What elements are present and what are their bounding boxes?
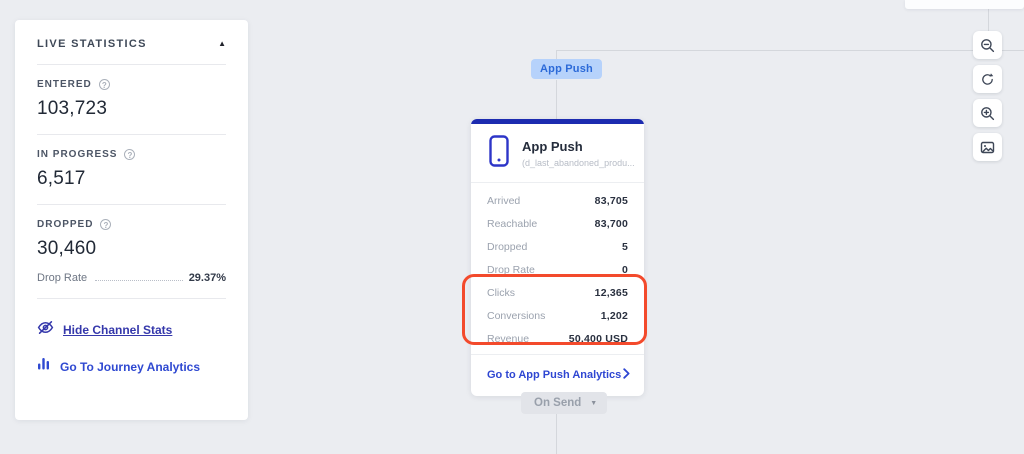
dotted-leader — [95, 280, 183, 281]
node-header: App Push (d_last_abandoned_produ... — [471, 124, 644, 183]
node-subtitle: (d_last_abandoned_produ... — [522, 158, 635, 168]
caret-down-icon: ▼ — [590, 400, 597, 407]
node-title: App Push — [522, 139, 635, 154]
canvas-toolbar — [973, 31, 1002, 161]
zoom-out-button[interactable] — [973, 31, 1002, 59]
chevron-right-icon — [623, 366, 630, 384]
stat-label: Arrived — [487, 195, 520, 207]
panel-links: Hide Channel Stats Go To Journey Analyti… — [37, 299, 226, 376]
entered-value: 103,723 — [37, 98, 226, 120]
channel-badge-app-push: App Push — [531, 59, 602, 79]
zoom-in-icon — [980, 106, 995, 121]
fit-to-screen-button[interactable] — [973, 133, 1002, 161]
app-push-node-card[interactable]: App Push (d_last_abandoned_produ... Arri… — [471, 119, 644, 396]
stat-row-clicks: Clicks 12,365 — [471, 281, 644, 304]
metric-entered: ENTERED ? 103,723 — [37, 65, 226, 120]
mobile-phone-icon — [489, 135, 509, 172]
in-progress-value: 6,517 — [37, 168, 226, 190]
live-statistics-title: LIVE STATISTICS — [37, 38, 147, 50]
node-title-block: App Push (d_last_abandoned_produ... — [522, 139, 635, 168]
stat-label: Drop Rate — [487, 264, 535, 276]
bar-chart-icon — [37, 357, 51, 376]
live-statistics-panel: LIVE STATISTICS ▲ ENTERED ? 103,723 IN P… — [15, 20, 248, 420]
stat-row-arrived: Arrived 83,705 — [471, 189, 644, 212]
metric-dropped: DROPPED ? 30,460 Drop Rate 29.37% — [37, 205, 226, 284]
connector-rail-horizontal — [557, 50, 1024, 51]
stat-value: 0 — [622, 264, 628, 276]
help-icon[interactable]: ? — [100, 219, 111, 230]
drop-rate-value: 29.37% — [189, 272, 226, 284]
stat-label: Revenue — [487, 333, 529, 345]
stat-value: 83,700 — [595, 218, 628, 230]
metric-in-progress: IN PROGRESS ? 6,517 — [37, 135, 226, 190]
app-push-analytics-link[interactable]: Go to App Push Analytics — [471, 354, 644, 396]
stat-value: 5 — [622, 241, 628, 253]
node-stats: Arrived 83,705 Reachable 83,700 Dropped … — [471, 183, 644, 354]
refresh-icon — [980, 72, 995, 87]
entered-label: ENTERED — [37, 79, 92, 90]
journey-analytics-label: Go To Journey Analytics — [60, 360, 200, 374]
stat-label: Clicks — [487, 287, 515, 299]
stat-label: Dropped — [487, 241, 527, 253]
stat-row-conversions: Conversions 1,202 — [471, 304, 644, 327]
stat-value: 1,202 — [601, 310, 628, 322]
drop-rate-label: Drop Rate — [37, 272, 87, 284]
stat-label: Conversions — [487, 310, 545, 322]
hide-channel-stats-label: Hide Channel Stats — [63, 323, 172, 337]
dropped-label: DROPPED — [37, 219, 93, 230]
zoom-in-button[interactable] — [973, 99, 1002, 127]
collapse-caret-up-icon[interactable]: ▲ — [218, 40, 226, 48]
stat-row-drop-rate: Drop Rate 0 — [471, 258, 644, 281]
help-icon[interactable]: ? — [99, 79, 110, 90]
connector-badge-to-card — [556, 80, 557, 120]
stat-row-reachable: Reachable 83,700 — [471, 212, 644, 235]
eye-off-icon — [37, 320, 54, 340]
offscreen-node-edge — [905, 0, 1024, 9]
refresh-button[interactable] — [973, 65, 1002, 93]
live-statistics-header: LIVE STATISTICS ▲ — [37, 38, 226, 50]
stat-value: 83,705 — [595, 195, 628, 207]
app-push-analytics-label: Go to App Push Analytics — [487, 369, 621, 381]
drop-rate-row: Drop Rate 29.37% — [37, 272, 226, 284]
stat-row-dropped: Dropped 5 — [471, 235, 644, 258]
stat-row-revenue: Revenue 50,400 USD — [471, 327, 644, 350]
hide-channel-stats-link[interactable]: Hide Channel Stats — [37, 320, 226, 340]
stat-value: 12,365 — [595, 287, 628, 299]
journey-analytics-link[interactable]: Go To Journey Analytics — [37, 357, 226, 376]
dropped-value: 30,460 — [37, 238, 226, 260]
stat-value: 50,400 USD — [569, 333, 628, 345]
in-progress-label: IN PROGRESS — [37, 149, 117, 160]
zoom-out-icon — [980, 38, 995, 53]
on-send-label: On Send — [534, 397, 581, 409]
on-send-trigger-button[interactable]: On Send ▼ — [521, 392, 607, 414]
journey-canvas: LIVE STATISTICS ▲ ENTERED ? 103,723 IN P… — [0, 0, 1024, 454]
image-fit-icon — [980, 140, 995, 155]
help-icon[interactable]: ? — [124, 149, 135, 160]
stat-label: Reachable — [487, 218, 537, 230]
